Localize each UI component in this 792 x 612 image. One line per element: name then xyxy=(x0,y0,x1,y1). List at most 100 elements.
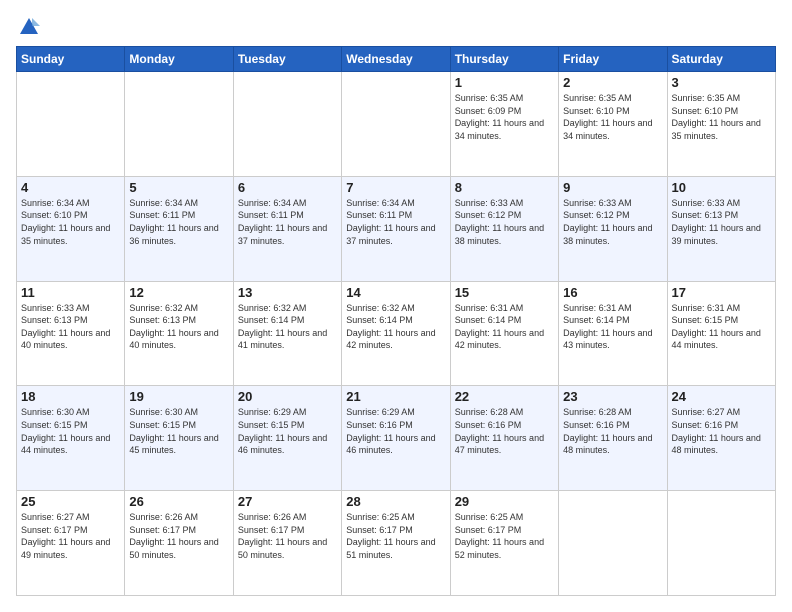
week-row-5: 25Sunrise: 6:27 AM Sunset: 6:17 PM Dayli… xyxy=(17,491,776,596)
day-info: Sunrise: 6:29 AM Sunset: 6:16 PM Dayligh… xyxy=(346,406,445,456)
week-row-1: 1 Sunrise: 6:35 AM Sunset: 6:09 PM Daylig… xyxy=(17,72,776,177)
calendar-cell: 22 Sunrise: 6:28 AM Sunset: 6:16 PM Dayli… xyxy=(450,386,558,491)
day-info: Sunrise: 6:35 AM Sunset: 6:09 PM Dayligh… xyxy=(455,92,554,142)
day-number: 28 xyxy=(346,494,445,509)
calendar-cell: 2 Sunrise: 6:35 AM Sunset: 6:10 PM Daylig… xyxy=(559,72,667,177)
day-number: 7 xyxy=(346,180,445,195)
day-number: 6 xyxy=(238,180,337,195)
day-info: Sunrise: 6:34 AM Sunset: 6:11 PM Dayligh… xyxy=(346,197,445,247)
day-info: Sunrise: 6:25 AM Sunset: 6:17 PM Dayligh… xyxy=(455,511,554,561)
calendar-cell: 7 Sunrise: 6:34 AM Sunset: 6:11 PM Daylig… xyxy=(342,176,450,281)
weekday-header-saturday: Saturday xyxy=(667,47,775,72)
day-number: 17 xyxy=(672,285,771,300)
week-row-4: 18 Sunrise: 6:30 AM Sunset: 6:15 PM Dayli… xyxy=(17,386,776,491)
day-info: Sunrise: 6:29 AM Sunset: 6:15 PM Dayligh… xyxy=(238,406,337,456)
day-number: 3 xyxy=(672,75,771,90)
calendar-cell: 15 Sunrise: 6:31 AM Sunset: 6:14 PM Dayli… xyxy=(450,281,558,386)
calendar-cell: 12 Sunrise: 6:32 AM Sunset: 6:13 PM Dayli… xyxy=(125,281,233,386)
day-info: Sunrise: 6:31 AM Sunset: 6:14 PM Dayligh… xyxy=(563,302,662,352)
day-number: 24 xyxy=(672,389,771,404)
calendar-cell: 3 Sunrise: 6:35 AM Sunset: 6:10 PM Daylig… xyxy=(667,72,775,177)
day-number: 12 xyxy=(129,285,228,300)
calendar-cell: 17Sunrise: 6:31 AM Sunset: 6:15 PM Dayli… xyxy=(667,281,775,386)
calendar-cell: 29 Sunrise: 6:25 AM Sunset: 6:17 PM Dayli… xyxy=(450,491,558,596)
day-number: 15 xyxy=(455,285,554,300)
calendar-cell: 18 Sunrise: 6:30 AM Sunset: 6:15 PM Dayli… xyxy=(17,386,125,491)
day-number: 14 xyxy=(346,285,445,300)
day-number: 20 xyxy=(238,389,337,404)
day-info: Sunrise: 6:27 AM Sunset: 6:16 PM Dayligh… xyxy=(672,406,771,456)
calendar-cell: 24 Sunrise: 6:27 AM Sunset: 6:16 PM Dayli… xyxy=(667,386,775,491)
weekday-header-friday: Friday xyxy=(559,47,667,72)
logo-icon xyxy=(18,16,40,38)
day-number: 2 xyxy=(563,75,662,90)
weekday-header-thursday: Thursday xyxy=(450,47,558,72)
day-number: 26 xyxy=(129,494,228,509)
day-info: Sunrise: 6:34 AM Sunset: 6:10 PM Dayligh… xyxy=(21,197,120,247)
weekday-header-row: SundayMondayTuesdayWednesdayThursdayFrid… xyxy=(17,47,776,72)
calendar-cell: 6 Sunrise: 6:34 AM Sunset: 6:11 PM Daylig… xyxy=(233,176,341,281)
day-number: 29 xyxy=(455,494,554,509)
day-info: Sunrise: 6:32 AM Sunset: 6:13 PM Dayligh… xyxy=(129,302,228,352)
logo-general xyxy=(16,16,40,38)
calendar-cell: 26 Sunrise: 6:26 AM Sunset: 6:17 PM Dayli… xyxy=(125,491,233,596)
weekday-header-tuesday: Tuesday xyxy=(233,47,341,72)
day-number: 22 xyxy=(455,389,554,404)
day-info: Sunrise: 6:33 AM Sunset: 6:13 PM Dayligh… xyxy=(672,197,771,247)
calendar-cell: 1 Sunrise: 6:35 AM Sunset: 6:09 PM Daylig… xyxy=(450,72,558,177)
day-number: 8 xyxy=(455,180,554,195)
calendar-cell: 4 Sunrise: 6:34 AM Sunset: 6:10 PM Daylig… xyxy=(17,176,125,281)
day-info: Sunrise: 6:34 AM Sunset: 6:11 PM Dayligh… xyxy=(238,197,337,247)
header xyxy=(16,16,776,36)
calendar-cell xyxy=(667,491,775,596)
calendar-table: SundayMondayTuesdayWednesdayThursdayFrid… xyxy=(16,46,776,596)
calendar-cell: 13 Sunrise: 6:32 AM Sunset: 6:14 PM Dayli… xyxy=(233,281,341,386)
day-number: 21 xyxy=(346,389,445,404)
calendar-cell: 14 Sunrise: 6:32 AM Sunset: 6:14 PM Dayli… xyxy=(342,281,450,386)
calendar-cell xyxy=(233,72,341,177)
day-number: 18 xyxy=(21,389,120,404)
calendar-cell: 16 Sunrise: 6:31 AM Sunset: 6:14 PM Dayli… xyxy=(559,281,667,386)
calendar-cell: 28 Sunrise: 6:25 AM Sunset: 6:17 PM Dayli… xyxy=(342,491,450,596)
day-info: Sunrise: 6:32 AM Sunset: 6:14 PM Dayligh… xyxy=(346,302,445,352)
weekday-header-sunday: Sunday xyxy=(17,47,125,72)
day-info: Sunrise: 6:31 AM Sunset: 6:14 PM Dayligh… xyxy=(455,302,554,352)
day-info: Sunrise: 6:33 AM Sunset: 6:13 PM Dayligh… xyxy=(21,302,120,352)
day-number: 25 xyxy=(21,494,120,509)
calendar-cell xyxy=(342,72,450,177)
day-number: 1 xyxy=(455,75,554,90)
day-number: 13 xyxy=(238,285,337,300)
calendar-cell: 8 Sunrise: 6:33 AM Sunset: 6:12 PM Daylig… xyxy=(450,176,558,281)
calendar-cell xyxy=(125,72,233,177)
day-info: Sunrise: 6:32 AM Sunset: 6:14 PM Dayligh… xyxy=(238,302,337,352)
day-info: Sunrise: 6:33 AM Sunset: 6:12 PM Dayligh… xyxy=(455,197,554,247)
page: SundayMondayTuesdayWednesdayThursdayFrid… xyxy=(0,0,792,612)
day-info: Sunrise: 6:35 AM Sunset: 6:10 PM Dayligh… xyxy=(672,92,771,142)
calendar-cell xyxy=(17,72,125,177)
day-number: 5 xyxy=(129,180,228,195)
weekday-header-monday: Monday xyxy=(125,47,233,72)
day-info: Sunrise: 6:35 AM Sunset: 6:10 PM Dayligh… xyxy=(563,92,662,142)
day-info: Sunrise: 6:26 AM Sunset: 6:17 PM Dayligh… xyxy=(129,511,228,561)
day-info: Sunrise: 6:30 AM Sunset: 6:15 PM Dayligh… xyxy=(21,406,120,456)
calendar-cell: 5 Sunrise: 6:34 AM Sunset: 6:11 PM Daylig… xyxy=(125,176,233,281)
day-info: Sunrise: 6:34 AM Sunset: 6:11 PM Dayligh… xyxy=(129,197,228,247)
week-row-2: 4 Sunrise: 6:34 AM Sunset: 6:10 PM Daylig… xyxy=(17,176,776,281)
calendar-cell: 10Sunrise: 6:33 AM Sunset: 6:13 PM Dayli… xyxy=(667,176,775,281)
calendar-cell: 20 Sunrise: 6:29 AM Sunset: 6:15 PM Dayli… xyxy=(233,386,341,491)
logo xyxy=(16,16,40,36)
day-number: 16 xyxy=(563,285,662,300)
day-info: Sunrise: 6:28 AM Sunset: 6:16 PM Dayligh… xyxy=(455,406,554,456)
day-info: Sunrise: 6:33 AM Sunset: 6:12 PM Dayligh… xyxy=(563,197,662,247)
calendar-cell: 21 Sunrise: 6:29 AM Sunset: 6:16 PM Dayli… xyxy=(342,386,450,491)
day-number: 11 xyxy=(21,285,120,300)
calendar-cell: 23Sunrise: 6:28 AM Sunset: 6:16 PM Dayli… xyxy=(559,386,667,491)
day-info: Sunrise: 6:26 AM Sunset: 6:17 PM Dayligh… xyxy=(238,511,337,561)
week-row-3: 11 Sunrise: 6:33 AM Sunset: 6:13 PM Dayli… xyxy=(17,281,776,386)
calendar-cell: 11 Sunrise: 6:33 AM Sunset: 6:13 PM Dayli… xyxy=(17,281,125,386)
calendar-cell: 25Sunrise: 6:27 AM Sunset: 6:17 PM Dayli… xyxy=(17,491,125,596)
calendar-cell: 19Sunrise: 6:30 AM Sunset: 6:15 PM Dayli… xyxy=(125,386,233,491)
day-number: 19 xyxy=(129,389,228,404)
day-number: 4 xyxy=(21,180,120,195)
day-info: Sunrise: 6:25 AM Sunset: 6:17 PM Dayligh… xyxy=(346,511,445,561)
